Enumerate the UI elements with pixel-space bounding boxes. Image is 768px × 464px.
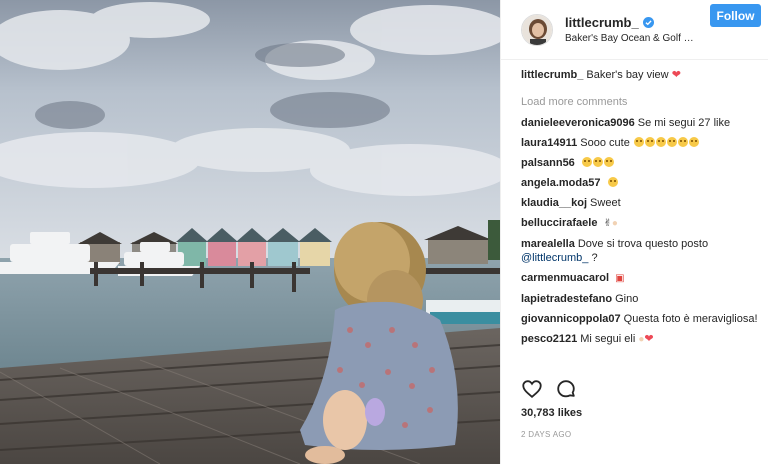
comment-text: Mi segui eli — [580, 333, 636, 345]
post-header: littlecrumb_ Baker's Bay Ocean & Golf C.… — [501, 0, 768, 60]
header-text: littlecrumb_ Baker's Bay Ocean & Golf C.… — [565, 15, 710, 44]
avatar[interactable] — [521, 13, 553, 46]
comment-item: lapietradestefano Gino — [521, 292, 761, 306]
likes-count[interactable]: 30,783 likes — [521, 407, 582, 419]
comment-item: klaudia__koj Sweet — [521, 196, 761, 210]
surprised-emoji-icon — [607, 177, 618, 189]
heart-emoji-icon: ❤ — [671, 69, 681, 81]
verified-badge-icon — [642, 17, 654, 28]
comment-username[interactable]: carmenmuacarol — [521, 272, 609, 284]
post-photo[interactable] — [0, 0, 500, 464]
comment-text-tail: ? — [588, 252, 598, 264]
heart-outline-icon[interactable] — [521, 378, 543, 400]
mention-link[interactable]: @littlecrumb_ — [521, 252, 588, 264]
comment-username[interactable]: danieleeveronica9096 — [521, 117, 635, 129]
post-timestamp[interactable]: 2 DAYS AGO — [521, 430, 571, 439]
comment-text: Se mi segui 27 like — [637, 117, 731, 129]
comments-section: littlecrumb_ Baker's bay view ❤ Load mor… — [521, 68, 761, 353]
comment-item: danieleeveronica9096 Se mi segui 27 like — [521, 116, 761, 130]
comment-item: belluccirafaele ✌● — [521, 216, 761, 231]
red-box-emoji-icon: ▣ — [615, 273, 625, 284]
comment-item: marealella Dove si trova questo posto @li… — [521, 237, 761, 265]
comment-username[interactable]: palsann56 — [521, 157, 575, 169]
post-sidebar: littlecrumb_ Baker's Bay Ocean & Golf C.… — [500, 0, 768, 464]
load-more-comments-button[interactable]: Load more comments — [521, 95, 761, 109]
post-image — [0, 0, 500, 464]
comment-username[interactable]: marealella — [521, 238, 575, 250]
post-actions — [521, 378, 589, 400]
comment-item: angela.moda57 — [521, 176, 761, 190]
comment-username[interactable]: laura14911 — [521, 137, 577, 149]
location-link[interactable]: Baker's Bay Ocean & Golf C... — [565, 33, 699, 44]
speech-bubble-icon[interactable] — [555, 378, 577, 400]
comment-item: giovannicoppola07 Questa foto è meravigli… — [521, 312, 761, 326]
smiley-emoji-icon — [633, 137, 699, 149]
avatar-image — [522, 14, 552, 45]
heart-emoji-icon: ❤ — [644, 333, 654, 345]
post-caption: littlecrumb_ Baker's bay view ❤ — [521, 68, 761, 82]
caption-text: Baker's bay view — [586, 69, 669, 81]
comment-text: Sweet — [590, 197, 621, 209]
comment-item: pesco2121 Mi segui eli ●❤ — [521, 332, 761, 347]
comment-text: Questa foto è meravigliosa! — [623, 313, 758, 325]
comment-item: laura14911 Sooo cute — [521, 136, 761, 150]
smiley-emoji-icon — [581, 157, 614, 169]
comment-username[interactable]: giovannicoppola07 — [521, 313, 621, 325]
comment-text: Gino — [615, 293, 639, 305]
comment-username[interactable]: lapietradestefano — [521, 293, 612, 305]
comment-item: carmenmuacarol ▣ — [521, 271, 761, 286]
comment-username[interactable]: angela.moda57 — [521, 177, 600, 189]
comment-text: Sooo cute — [580, 137, 630, 149]
comment-item: palsann56 — [521, 156, 761, 170]
victory-hand-emoji-icon: ✌ — [603, 218, 612, 229]
caption-username[interactable]: littlecrumb_ — [521, 69, 583, 81]
username-row: littlecrumb_ — [565, 15, 710, 30]
comment-username[interactable]: klaudia__koj — [521, 197, 587, 209]
comment-text: Dove si trova questo posto — [577, 238, 709, 250]
follow-button[interactable]: Follow — [710, 4, 761, 27]
comment-username[interactable]: belluccirafaele — [521, 217, 597, 229]
comment-username[interactable]: pesco2121 — [521, 333, 577, 345]
hand-emoji-icon: ● — [611, 218, 618, 229]
username-link[interactable]: littlecrumb_ — [565, 15, 639, 30]
